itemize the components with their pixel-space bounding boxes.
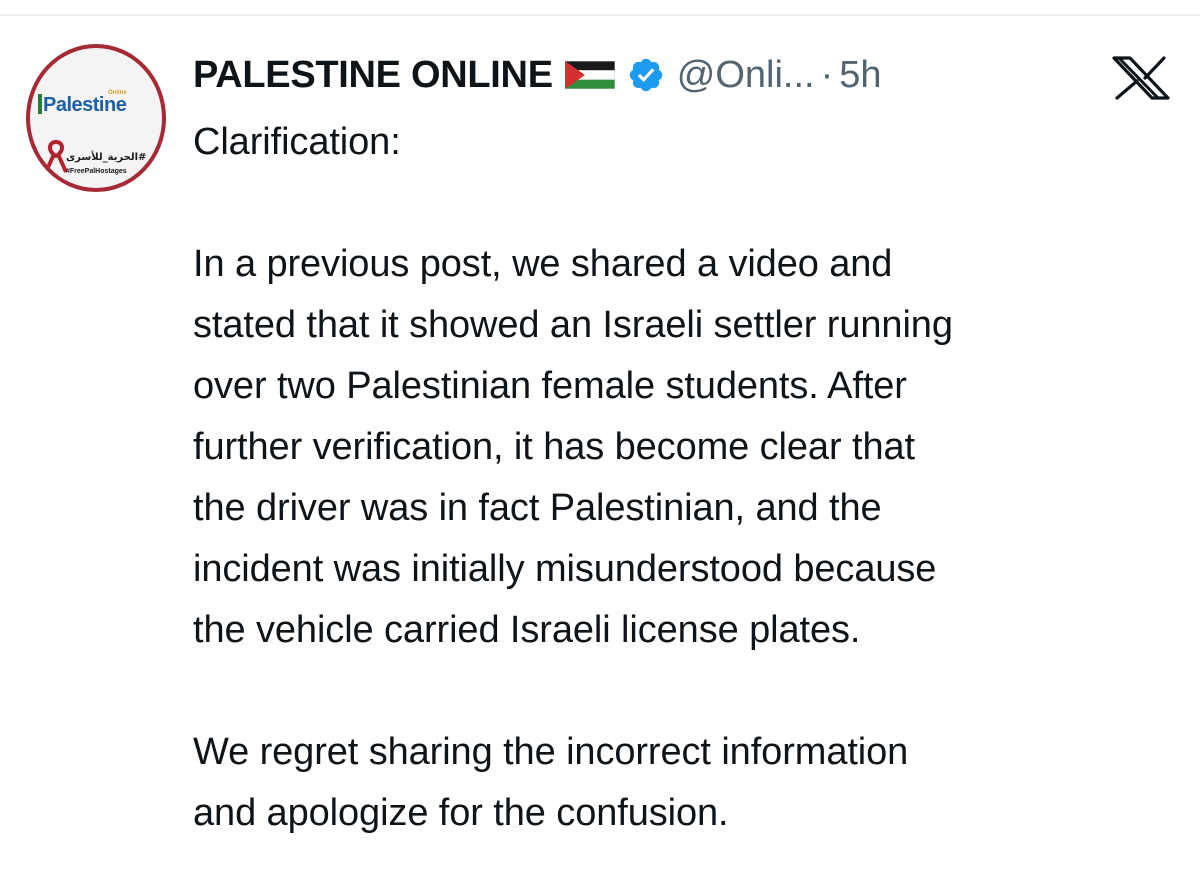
text-line: stated that it showed an Israeli settler… (193, 304, 953, 346)
text-line: over two Palestinian female students. Af… (193, 365, 907, 407)
avatar[interactable]: Online Palestine #الحرية_للأسرى #FreePal… (26, 44, 166, 192)
text-line: the driver was in fact Palestinian, and … (193, 487, 882, 529)
author-handle[interactable]: @Onli... (677, 54, 815, 97)
post-paragraph-2: We regret sharing the incorrect informat… (193, 722, 1183, 844)
post-paragraph-1: In a previous post, we shared a video an… (193, 234, 1183, 661)
text-line: In a previous post, we shared a video an… (193, 243, 893, 285)
text-line: the vehicle carried Israeli license plat… (193, 609, 861, 651)
avatar-image: Online Palestine #الحرية_للأسرى #FreePal… (30, 48, 162, 188)
top-divider (0, 14, 1200, 16)
verified-badge-icon[interactable] (627, 56, 665, 94)
ribbon-icon (44, 140, 68, 173)
post-body: Clarification: In a previous post, we sh… (193, 112, 1183, 844)
avatar-brand-text: Palestine (43, 94, 127, 116)
text-line: incident was initially misunderstood bec… (193, 548, 937, 590)
text-line: and apologize for the confusion. (193, 792, 729, 834)
separator-dot: · (820, 53, 834, 96)
palestine-flag-icon (564, 61, 615, 89)
post-timestamp[interactable]: 5h (839, 54, 881, 97)
avatar-brand-mark-icon (38, 94, 42, 114)
avatar-brand: Palestine (38, 94, 127, 117)
x-logo-icon[interactable] (1112, 56, 1170, 100)
display-name[interactable]: PALESTINE ONLINE (193, 54, 553, 97)
text-line: further verification, it has become clea… (193, 426, 915, 468)
post-header: PALESTINE ONLINE @Onli... · 5h (193, 50, 882, 100)
avatar-arabic-tag: #الحرية_للأسرى (66, 152, 147, 163)
text-line: We regret sharing the incorrect informat… (193, 731, 909, 773)
avatar-hashtag: #FreePalHostages (66, 168, 127, 175)
post-heading: Clarification: (193, 121, 401, 163)
